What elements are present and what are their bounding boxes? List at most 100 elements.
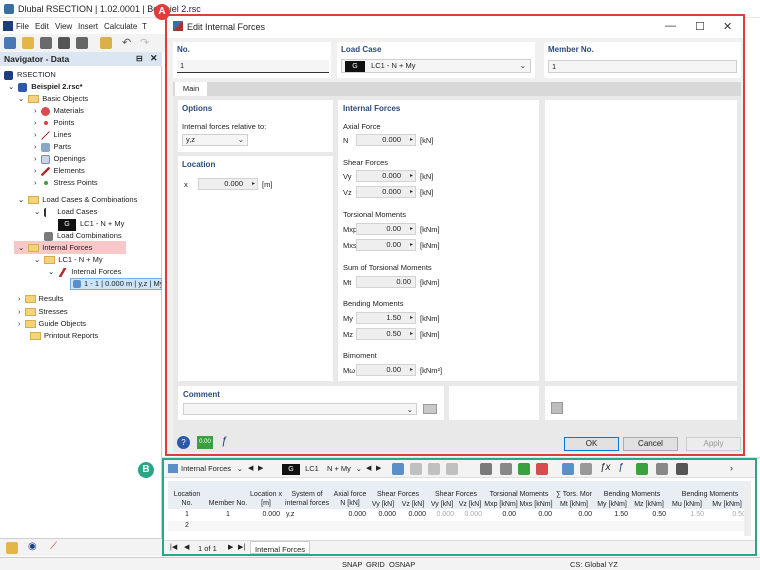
chevron-right-icon[interactable]: › — [34, 166, 37, 175]
minimize-button[interactable]: — — [665, 20, 676, 32]
cell-mxp[interactable]: 0.00 — [484, 510, 516, 520]
table-lc-select[interactable]: G LC1 N + My ⌄ — [282, 463, 362, 475]
chevron-down-icon[interactable]: ⌄ — [18, 243, 24, 252]
close-button[interactable]: ✕ — [723, 20, 732, 33]
settings-icon[interactable] — [656, 463, 668, 475]
menu-calculate[interactable]: Calculate — [104, 22, 137, 31]
menu-more[interactable]: T — [142, 22, 147, 31]
ok-button[interactable]: OK — [564, 437, 619, 451]
filter-icon[interactable] — [410, 463, 422, 475]
chevron-right-icon[interactable]: › — [730, 463, 733, 473]
vy-input[interactable]: 0.000 ▸ — [356, 170, 416, 182]
chevron-down-icon[interactable]: ⌄ — [34, 207, 40, 216]
chevron-right-icon[interactable]: › — [34, 118, 37, 127]
grid-view-icon[interactable] — [392, 463, 404, 475]
snap-toggle[interactable]: SNAP — [342, 560, 362, 569]
nav-parts[interactable]: › Parts — [34, 141, 71, 153]
cell-member[interactable]: 1 — [206, 510, 250, 520]
view-icon[interactable] — [562, 463, 574, 475]
eye-icon[interactable]: ◉ — [28, 541, 37, 552]
nav-if-item-selected[interactable]: 1 - 1 | 0.000 m | y,z | My — [70, 278, 162, 290]
nav-load-cases-combos[interactable]: ⌄ Load Cases & Combinations — [18, 194, 137, 206]
relative-select[interactable]: y,z ⌄ — [182, 134, 248, 146]
chevron-down-icon[interactable]: ⌄ — [407, 404, 413, 415]
menu-icon[interactable] — [3, 21, 13, 31]
mxp-input[interactable]: 0.00 ▸ — [356, 223, 416, 235]
spin-arrow-icon[interactable]: ▸ — [410, 187, 413, 197]
no-input[interactable]: 1 — [177, 60, 329, 73]
units-icon[interactable]: 0.00 — [197, 436, 213, 449]
menu-file[interactable]: File — [16, 22, 29, 31]
first-page-icon[interactable]: |◀ — [170, 543, 177, 551]
camera-icon[interactable] — [40, 37, 52, 49]
formula-icon[interactable]: ƒ — [221, 435, 227, 447]
delete-icon[interactable] — [480, 463, 492, 475]
chevron-down-icon[interactable]: ⌄ — [18, 94, 24, 103]
data-tab-icon[interactable] — [6, 542, 18, 554]
cell-x[interactable]: 0.000 — [250, 510, 280, 520]
chevron-down-icon[interactable]: ⌄ — [8, 82, 14, 91]
nav-if-sub[interactable]: ⌄ Internal Forces — [48, 266, 121, 278]
function-icon[interactable]: ƒx — [600, 462, 611, 473]
import-icon[interactable] — [518, 463, 530, 475]
menu-insert[interactable]: Insert — [78, 22, 98, 31]
nav-points[interactable]: › Points — [34, 117, 74, 129]
print-icon[interactable] — [76, 37, 88, 49]
nav-if-lc1[interactable]: ⌄ LC1 - N + My — [34, 254, 103, 266]
spin-arrow-icon[interactable]: ▸ — [410, 171, 413, 181]
nav-basic-objects[interactable]: ⌄ Basic Objects — [18, 93, 88, 105]
nav-file[interactable]: ⌄ Beispiel 2.rsc* — [8, 81, 83, 93]
nav-guide-objects[interactable]: › Guide Objects — [18, 318, 86, 330]
chevron-down-icon[interactable]: ⌄ — [48, 267, 54, 276]
chevron-right-icon[interactable]: › — [18, 307, 21, 316]
load-case-select[interactable]: G LC1 - N + My ⌄ — [341, 59, 531, 73]
chevron-right-icon[interactable]: › — [18, 294, 21, 303]
prev-page-icon[interactable]: ◀ — [184, 543, 189, 551]
osnap-toggle[interactable]: OSNAP — [389, 560, 415, 569]
table-row[interactable]: 2 — [168, 521, 751, 531]
tab-main[interactable]: Main — [175, 82, 207, 96]
comment-input[interactable]: ⌄ — [183, 403, 417, 415]
redo-icon[interactable]: ↷ — [140, 36, 149, 49]
chevron-down-icon[interactable]: ⌄ — [18, 195, 24, 204]
edit-icon[interactable] — [551, 402, 563, 414]
report-icon[interactable] — [100, 37, 112, 49]
nav-elements[interactable]: › Elements — [34, 165, 85, 177]
chevron-right-icon[interactable]: › — [34, 106, 37, 115]
maximize-button[interactable]: ☐ — [695, 20, 705, 33]
cell-n[interactable]: 0.000 — [332, 510, 366, 520]
menu-edit[interactable]: Edit — [35, 22, 49, 31]
chevron-down-icon[interactable]: ⌄ — [520, 60, 526, 71]
spin-arrow-icon[interactable]: ▸ — [410, 135, 413, 145]
views-icon[interactable]: ⟋ — [50, 541, 57, 552]
next-page-icon[interactable]: ▶ — [228, 543, 233, 551]
nav-stresses[interactable]: › Stresses — [18, 306, 68, 318]
print-table-icon[interactable] — [676, 463, 688, 475]
table-type-select[interactable]: Internal Forces ⌄ — [181, 463, 243, 474]
nav-load-cases[interactable]: ⌄ Load Cases — [34, 206, 97, 218]
chevron-right-icon[interactable]: › — [18, 319, 21, 328]
spin-arrow-icon[interactable]: ▸ — [252, 179, 255, 189]
cell-system[interactable]: y,z — [286, 510, 326, 520]
column-icon[interactable] — [428, 463, 440, 475]
prev-arrow-icon[interactable]: ◀ — [248, 464, 253, 472]
open-folder-icon[interactable] — [22, 37, 34, 49]
my-input[interactable]: 1.50 ▸ — [356, 312, 416, 324]
chevron-right-icon[interactable]: › — [34, 178, 37, 187]
vz-input[interactable]: 0.000 ▸ — [356, 186, 416, 198]
spin-arrow-icon[interactable]: ▸ — [410, 329, 413, 339]
comment-library-icon[interactable] — [423, 404, 437, 414]
chevron-down-icon[interactable]: ⌄ — [237, 463, 243, 474]
mz-input[interactable]: 0.50 ▸ — [356, 328, 416, 340]
menu-view[interactable]: View — [55, 22, 72, 31]
last-page-icon[interactable]: ▶| — [238, 543, 245, 551]
save-icon[interactable] — [58, 37, 70, 49]
undo-icon[interactable]: ↶ — [122, 36, 131, 49]
mxs-input[interactable]: 0.00 ▸ — [356, 239, 416, 251]
chevron-down-icon[interactable]: ⌄ — [238, 135, 244, 145]
nav-lc1[interactable]: G LC1 - N + My — [58, 218, 124, 231]
new-file-icon[interactable] — [4, 37, 16, 49]
table-scrollbar[interactable] — [744, 481, 751, 536]
chevron-right-icon[interactable]: › — [34, 154, 37, 163]
chevron-down-icon[interactable]: ⌄ — [34, 255, 40, 264]
